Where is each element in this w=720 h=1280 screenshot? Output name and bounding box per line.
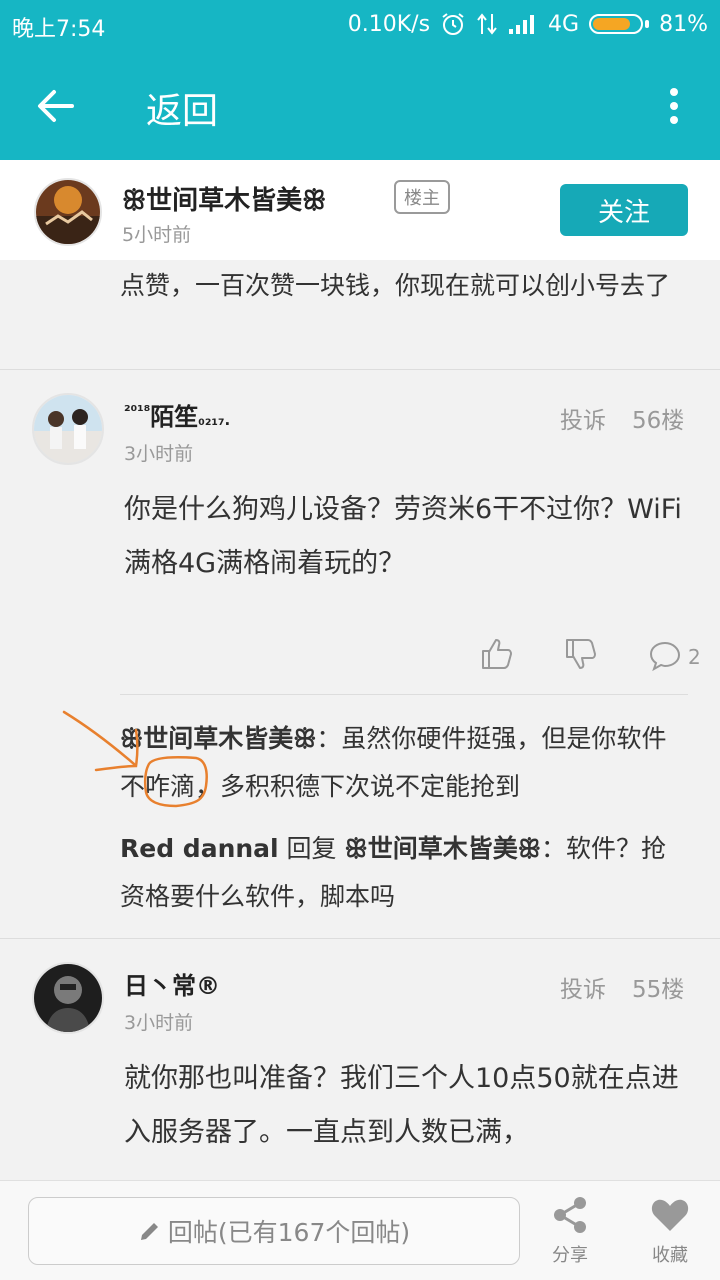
post-content: 点赞，一百次赞一块钱，你现在就可以创小号去了 — [120, 271, 671, 300]
share-button[interactable]: 分享 — [530, 1195, 610, 1271]
app-bar: 返回 — [0, 50, 720, 160]
avatar[interactable] — [32, 962, 104, 1034]
avatar[interactable] — [34, 178, 102, 246]
share-icon — [554, 1197, 586, 1233]
comment-count: 2 — [688, 645, 701, 669]
post-time: 5小时前 — [122, 224, 192, 246]
favorite-label: 收藏 — [652, 1245, 688, 1266]
avatar[interactable] — [32, 393, 104, 465]
follow-button[interactable]: 关注 — [560, 184, 688, 236]
battery-icon — [589, 14, 650, 34]
author-name[interactable]: ꕥ世间草木皆美ꕥ — [122, 180, 326, 217]
reply-target[interactable]: ꕥ世间草木皆美ꕥ — [345, 834, 541, 863]
post-partial: 点赞，一百次赞一块钱，你现在就可以创小号去了 — [0, 260, 720, 370]
post-time: 3小时前 — [124, 443, 194, 465]
floor-number: 56楼 — [632, 408, 685, 434]
status-time: 晚上7:54 — [12, 17, 106, 42]
post-content: 你是什么狗鸡儿设备？劳资米6干不过你？WiFi满格4G满格闹着玩的？ — [124, 494, 682, 579]
highlighted-text: 软件 — [616, 724, 667, 753]
battery-percent: 81% — [659, 11, 708, 37]
floor-number: 55楼 — [632, 977, 685, 1003]
ornament-left-icon: ꕥ — [120, 724, 144, 753]
signal-icon — [509, 15, 535, 34]
alarm-icon — [442, 13, 464, 35]
ornament-right-icon: ꕥ — [293, 724, 317, 753]
post-time: 3小时前 — [124, 1012, 194, 1034]
share-label: 分享 — [552, 1245, 588, 1266]
reply-author[interactable]: Red dannal — [120, 834, 279, 863]
favorite-button[interactable]: 收藏 — [630, 1195, 710, 1271]
thumbs-up-icon[interactable] — [480, 637, 514, 671]
username[interactable]: ²⁰¹⁸陌笙₀₂₁₇. — [124, 397, 230, 432]
thumbs-down-icon[interactable] — [564, 637, 598, 671]
ornament-right-icon: ꕥ — [302, 186, 327, 216]
divider — [120, 694, 688, 695]
pencil-icon — [140, 1223, 158, 1240]
reply-placeholder: 回帖(已有167个回帖) — [167, 1218, 411, 1247]
back-label[interactable]: 返回 — [146, 82, 218, 134]
ornament-left-icon: ꕥ — [344, 834, 368, 863]
reply-item[interactable]: ꕥ世间草木皆美ꕥ：虽然你硬件挺强，但是你软件不咋滴，多积积德下次说不定能抢到 — [120, 715, 680, 811]
bottom-bar: 回帖(已有167个回帖) 分享 收藏 — [0, 1180, 720, 1280]
ornament-right-icon: ꕥ — [517, 834, 541, 863]
reply-author[interactable]: ꕥ世间草木皆美ꕥ — [120, 724, 316, 753]
ornament-left-icon: ꕥ — [122, 186, 147, 216]
comment-icon[interactable] — [648, 639, 682, 673]
thread-owner-badge: 楼主 — [394, 180, 450, 214]
network-type: 4G — [548, 11, 580, 37]
report-link[interactable]: 投诉 — [560, 401, 606, 435]
more-options-icon[interactable] — [668, 86, 680, 126]
post-content: 就你那也叫准备？我们三个人10点50就在点进入服务器了。一直点到人数已满， — [124, 1063, 679, 1148]
report-link[interactable]: 投诉 — [560, 970, 606, 1004]
thread-author-header: ꕥ世间草木皆美ꕥ 楼主 5小时前 关注 — [0, 160, 720, 260]
back-arrow-icon[interactable] — [36, 86, 76, 126]
post-56: ²⁰¹⁸陌笙₀₂₁₇. 3小时前 投诉 56楼 你是什么狗鸡儿设备？劳资米6干不… — [0, 371, 720, 939]
data-transfer-icon — [477, 13, 497, 35]
post-55: 日丶常® 3小时前 投诉 55楼 就你那也叫准备？我们三个人10点50就在点进入… — [0, 940, 720, 1180]
reply-item[interactable]: Red dannal 回复 ꕥ世间草木皆美ꕥ：软件？抢资格要什么软件，脚本吗 — [120, 825, 680, 921]
reply-input[interactable]: 回帖(已有167个回帖) — [28, 1197, 520, 1265]
heart-icon — [651, 1199, 689, 1231]
username[interactable]: 日丶常® — [124, 966, 220, 1001]
status-bar: 晚上7:54 0.10K/s 4G 81% — [0, 0, 720, 50]
network-speed: 0.10K/s — [347, 11, 431, 37]
